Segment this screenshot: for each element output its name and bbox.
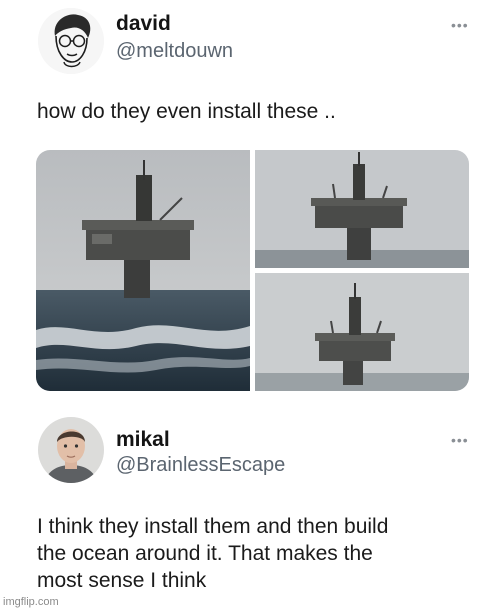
david-avatar[interactable]	[38, 8, 104, 74]
tweet-text-line: I think they install them and then build	[37, 515, 389, 538]
platform-photo-3[interactable]	[255, 273, 469, 391]
more-options-icon[interactable]: •••	[451, 433, 469, 447]
author-handle[interactable]: @BrainlessEscape	[116, 454, 285, 477]
tweet-text-line: the ocean around it. That makes the	[37, 542, 373, 565]
author-handle[interactable]: @meltdouwn	[116, 40, 233, 63]
imgflip-watermark: imgflip.com	[3, 596, 59, 608]
platform-photo-1[interactable]	[36, 150, 250, 391]
tweet-2: mikal @BrainlessEscape ••• I think they …	[0, 400, 500, 609]
tweet-1: david @meltdouwn ••• how do they even in…	[0, 0, 500, 400]
author-name[interactable]: mikal	[116, 428, 170, 452]
media-grid	[36, 150, 469, 391]
more-options-icon[interactable]: •••	[451, 18, 469, 32]
tweet-text-line: most sense I think	[37, 569, 207, 592]
mikal-avatar[interactable]	[38, 417, 104, 483]
author-name[interactable]: david	[116, 12, 171, 36]
tweet-text: I think they install them and then build…	[37, 513, 388, 594]
tweet-text: how do they even install these ..	[37, 100, 336, 123]
platform-photo-2[interactable]	[255, 150, 469, 268]
